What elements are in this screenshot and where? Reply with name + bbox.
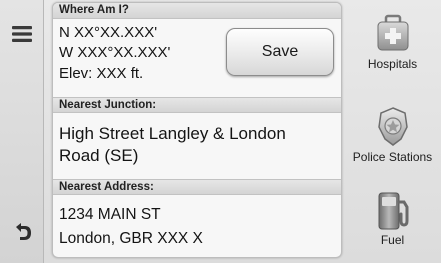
where-am-i-screen: Where Am I? N XX°XX.XXX' W XXX°XX.XXX' E… [0,0,441,263]
elevation-value: Elev: XXX ft. [59,65,144,82]
latitude-value: N XX°XX.XXX' [59,24,158,41]
menu-icon [12,26,32,42]
police-badge-icon [377,107,408,146]
hospital-icon [377,14,408,51]
longitude-value: W XXX°XX.XXX' [59,44,171,61]
nearest-address-header: Nearest Address: [53,179,341,195]
category-hospitals-label: Hospitals [367,57,418,71]
where-am-i-header: Where Am I? [53,3,341,19]
nearest-junction-header: Nearest Junction: [53,97,341,113]
location-info-panel: Where Am I? N XX°XX.XXX' W XXX°XX.XXX' E… [52,2,342,258]
left-nav-rail [0,0,44,263]
address-line-1: 1234 MAIN ST [59,206,161,223]
address-line-2: London, GBR XXX X [59,230,203,247]
category-police-stations-label: Police Stations [352,150,433,164]
nearest-junction-value: High Street Langley & London Road (SE) [59,124,286,165]
back-button[interactable] [0,212,44,252]
back-arrow-icon [16,223,31,240]
category-fuel-button[interactable]: Fuel [344,188,441,247]
category-police-stations-button[interactable]: Police Stations [344,105,441,164]
category-hospitals-button[interactable]: Hospitals [344,12,441,71]
menu-button[interactable] [0,14,44,54]
nearby-categories: Hospitals Police Stations Fuel [344,0,441,263]
fuel-pump-icon [378,192,408,230]
category-fuel-label: Fuel [380,233,405,247]
save-button[interactable]: Save [226,28,334,76]
